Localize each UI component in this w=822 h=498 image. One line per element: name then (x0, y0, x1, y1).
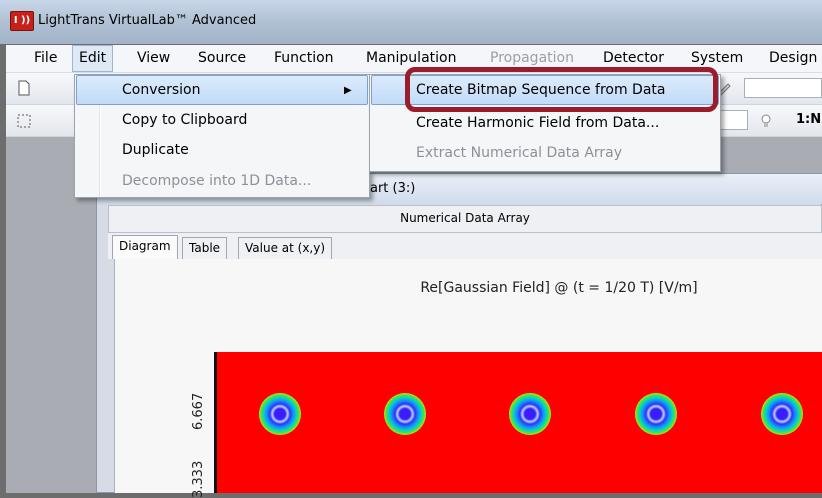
y-tick-label: 3.333 (191, 460, 206, 498)
edit-menu-duplicate[interactable]: Duplicate (76, 135, 368, 165)
menu-function[interactable]: Function (274, 45, 334, 72)
menu-source[interactable]: Source (198, 45, 246, 72)
tab-table[interactable]: Table (182, 237, 228, 259)
data-array-header-label: Numerical Data Array (400, 211, 530, 225)
gaussian-spot (384, 393, 426, 435)
submenu-arrow-icon: ▶ (344, 85, 352, 96)
selection-icon[interactable] (16, 113, 32, 129)
highlight-annotation (405, 67, 718, 112)
edit-menu-copy-to-clipboard[interactable]: Copy to Clipboard (76, 105, 368, 135)
submenu-extract-numerical-data[interactable]: Extract Numerical Data Array (371, 138, 719, 168)
lightbulb-icon[interactable] (758, 113, 774, 129)
app-logo-icon: I )) (10, 11, 34, 31)
field-plot[interactable] (217, 352, 822, 493)
gaussian-spot (259, 393, 301, 435)
window-title: LightTrans VirtualLab™ Advanced (38, 13, 257, 28)
edit-menu-decompose[interactable]: Decompose into 1D Data... (76, 166, 368, 196)
tab-value-at-xy[interactable]: Value at (x,y) (238, 237, 333, 259)
gaussian-spot (761, 393, 803, 435)
edit-menu-conversion[interactable]: Conversion (76, 75, 368, 105)
menu-file[interactable]: File (34, 45, 57, 72)
menu-view[interactable]: View (137, 45, 170, 72)
zoom-ratio-label: 1:N (796, 112, 822, 127)
document-title: art (3:) (370, 181, 416, 196)
menu-edit[interactable]: Edit (72, 45, 114, 72)
tab-diagram[interactable]: Diagram (112, 235, 178, 259)
y-tick-label: 6.667 (191, 392, 206, 430)
submenu-create-harmonic-field[interactable]: Create Harmonic Field from Data... (371, 108, 719, 138)
gaussian-spot (635, 393, 677, 435)
new-document-icon[interactable] (16, 80, 32, 96)
menu-design[interactable]: Design (769, 45, 817, 72)
diagram-title: Re[Gaussian Field] @ (t = 1/20 T) [V/m] (420, 280, 698, 296)
gaussian-spot (509, 393, 551, 435)
toolbar-combo[interactable] (744, 78, 822, 98)
